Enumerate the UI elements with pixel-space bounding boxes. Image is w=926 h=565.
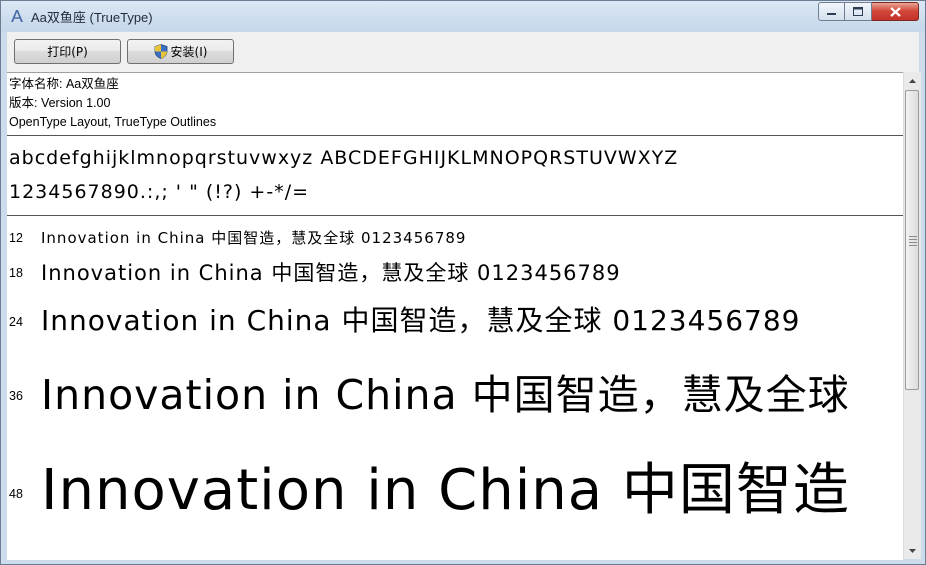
print-button[interactable]: 打印(P) (14, 39, 121, 64)
sample-row-24: 24 Innovation in China 中国智造，慧及全球 0123456… (7, 295, 903, 343)
install-button[interactable]: 安装(I) (127, 39, 234, 64)
charset-letters: abcdefghijklmnopqrstuvwxyz ABCDEFGHIJKLM… (9, 147, 679, 169)
size-label: 48 (9, 487, 23, 501)
font-name-label: 字体名称: Aa双鱼座 (9, 77, 119, 91)
maximize-button[interactable] (845, 2, 872, 21)
close-icon (889, 6, 901, 17)
maximize-icon (853, 7, 863, 16)
grip-icon (909, 236, 917, 248)
font-file-icon (11, 10, 23, 22)
close-button[interactable] (872, 2, 919, 21)
size-label: 24 (9, 315, 23, 329)
title-bar[interactable]: Aa双鱼座 (TrueType) (1, 1, 925, 31)
font-type-label: OpenType Layout, TrueType Outlines (9, 115, 217, 129)
install-button-label: 安装(I) (170, 45, 208, 59)
font-preview-window: Aa双鱼座 (TrueType) 打印(P) 安装(I) 字体名称: Aa双鱼座… (0, 0, 926, 565)
size-label: 18 (9, 266, 23, 280)
chevron-down-icon (909, 548, 916, 553)
scroll-thumb[interactable] (905, 90, 919, 390)
divider (7, 215, 903, 216)
font-version-label: 版本: Version 1.00 (9, 96, 111, 110)
font-preview-pane: 字体名称: Aa双鱼座 版本: Version 1.00 OpenType La… (7, 72, 903, 560)
print-button-label: 打印(P) (47, 45, 88, 59)
sample-row-18: 18 Innovation in China 中国智造，慧及全球 0123456… (7, 253, 903, 289)
chevron-up-icon (909, 78, 916, 83)
sample-text: Innovation in China 中国智造，慧及全球 0123456789 (41, 304, 801, 337)
sample-text: Innovation in China 中国智造 (41, 458, 850, 523)
divider (7, 135, 903, 136)
toolbar: 打印(P) 安装(I) (7, 32, 919, 72)
scroll-down-button[interactable] (904, 542, 921, 559)
sample-text: Innovation in China 中国智造，慧及全球 0123456789 (41, 261, 621, 285)
minimize-icon (827, 12, 836, 15)
charset-symbols: 1234567890.:,; ' " (!?) +-*/= (9, 181, 310, 203)
sample-row-12: 12 Innovation in China 中国智造，慧及全球 0123456… (7, 223, 903, 249)
minimize-button[interactable] (818, 2, 845, 21)
font-info: 字体名称: Aa双鱼座 版本: Version 1.00 OpenType La… (9, 75, 216, 132)
size-label: 12 (9, 231, 23, 245)
size-label: 36 (9, 389, 23, 403)
sample-row-36: 36 Innovation in China 中国智造，慧及全球 (7, 353, 903, 423)
scroll-up-button[interactable] (904, 72, 921, 89)
uac-shield-icon (154, 44, 167, 59)
vertical-scrollbar[interactable] (903, 72, 921, 559)
window-title: Aa双鱼座 (TrueType) (31, 10, 153, 25)
sample-text: Innovation in China 中国智造，慧及全球 (41, 371, 850, 419)
sample-text: Innovation in China 中国智造，慧及全球 0123456789 (41, 229, 467, 247)
sample-row-48: 48 Innovation in China 中国智造 (7, 437, 903, 537)
